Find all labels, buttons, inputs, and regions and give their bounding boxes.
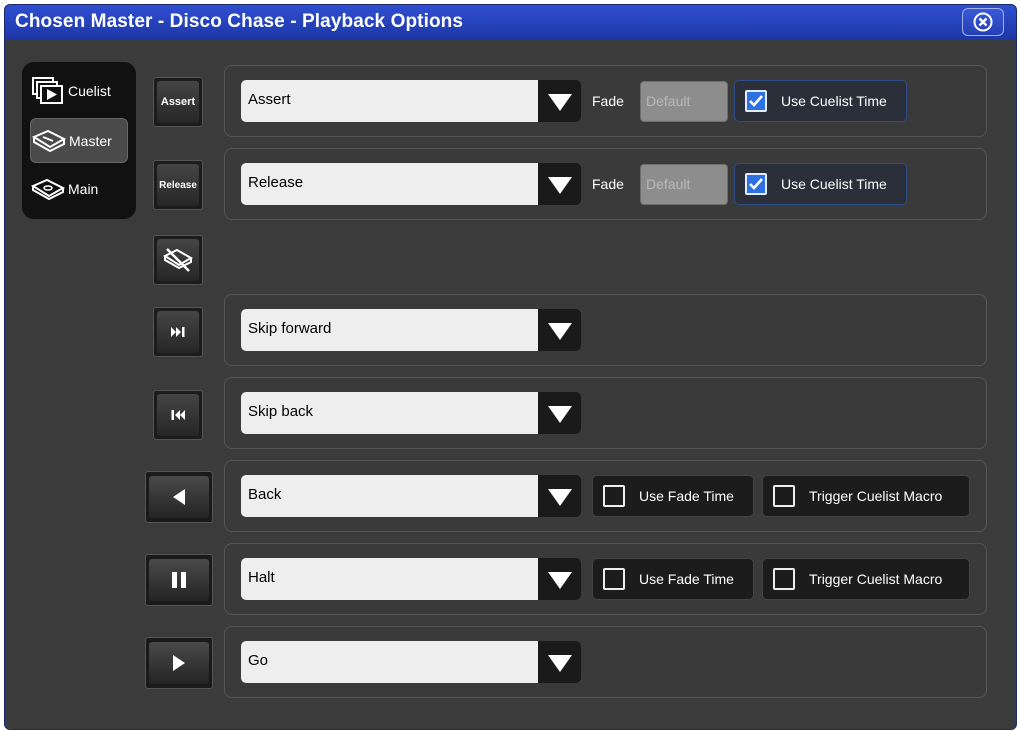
close-icon (973, 12, 993, 32)
checkbox-box (745, 173, 767, 195)
cuelist-icon (30, 76, 66, 105)
skip-back-button[interactable] (153, 390, 203, 440)
back-arrow-icon (173, 489, 185, 505)
checkbox-label: Trigger Cuelist Macro (809, 571, 943, 587)
pause-icon (172, 572, 186, 588)
fade-label: Fade (592, 176, 624, 192)
assert-button-label: Assert (157, 81, 199, 123)
dropdown-value: Release (241, 163, 538, 205)
checkbox-label: Use Cuelist Time (781, 93, 887, 109)
checkbox-label: Use Fade Time (639, 571, 734, 587)
main-icon (30, 177, 66, 201)
assert-button[interactable]: Assert (153, 77, 203, 127)
use-cuelist-time-checkbox[interactable]: Use Cuelist Time (734, 80, 907, 122)
use-cuelist-time-checkbox[interactable]: Use Cuelist Time (734, 163, 907, 205)
fade-label: Fade (592, 93, 624, 109)
back-option-row: Back Use Fade Time Trigger Cuelist Macro (224, 460, 987, 532)
sidebar-item-label: Main (68, 180, 99, 197)
checkmark-icon (749, 178, 763, 190)
view-selector: Cuelist Master Main (22, 62, 136, 219)
chevron-down-icon (548, 323, 572, 340)
skip-forward-icon (171, 327, 185, 337)
checkbox-box (603, 568, 625, 590)
skip-forward-option-row: Skip forward (224, 294, 987, 366)
sidebar-item-main[interactable]: Main (30, 166, 128, 211)
release-button[interactable]: Release (153, 160, 203, 210)
checkbox-label: Use Cuelist Time (781, 176, 887, 192)
checkbox-box (773, 568, 795, 590)
go-button[interactable] (145, 637, 213, 689)
window-title: Chosen Master - Disco Chase - Playback O… (15, 11, 464, 32)
title-bar: Chosen Master - Disco Chase - Playback O… (5, 5, 1016, 40)
skip-back-dropdown[interactable]: Skip back (241, 392, 581, 434)
use-fade-time-checkbox[interactable]: Use Fade Time (592, 558, 754, 600)
chevron-down-icon (548, 177, 572, 194)
sidebar-item-label: Master (69, 132, 112, 149)
release-button-label: Release (157, 164, 199, 206)
sidebar-item-master[interactable]: Master (30, 118, 128, 163)
skip-back-icon (171, 410, 185, 420)
fade-time-input[interactable]: Default (640, 81, 728, 122)
chevron-down-icon (548, 572, 572, 589)
trigger-cuelist-macro-checkbox[interactable]: Trigger Cuelist Macro (762, 558, 970, 600)
chevron-down-icon (548, 406, 572, 423)
release-dropdown[interactable]: Release (241, 163, 581, 205)
disable-master-button[interactable] (153, 235, 203, 285)
release-option-row: Release Fade Default Use Cuelist Time (224, 148, 987, 220)
dropdown-value: Skip forward (241, 309, 538, 351)
dropdown-value: Back (241, 475, 538, 517)
checkbox-label: Trigger Cuelist Macro (809, 488, 943, 504)
checkbox-box (745, 90, 767, 112)
checkbox-box (773, 485, 795, 507)
sidebar-item-label: Cuelist (68, 82, 111, 99)
fade-time-input[interactable]: Default (640, 164, 728, 205)
back-dropdown[interactable]: Back (241, 475, 581, 517)
go-option-row: Go (224, 626, 987, 698)
go-dropdown[interactable]: Go (241, 641, 581, 683)
halt-button[interactable] (145, 554, 213, 606)
sidebar-item-cuelist[interactable]: Cuelist (30, 68, 128, 113)
halt-dropdown[interactable]: Halt (241, 558, 581, 600)
play-icon (173, 655, 185, 671)
master-icon (31, 129, 67, 153)
assert-dropdown[interactable]: Assert (241, 80, 581, 122)
dropdown-value: Halt (241, 558, 538, 600)
skip-forward-button[interactable] (153, 307, 203, 357)
dropdown-value: Go (241, 641, 538, 683)
assert-option-row: Assert Fade Default Use Cuelist Time (224, 65, 987, 137)
skip-forward-dropdown[interactable]: Skip forward (241, 309, 581, 351)
checkbox-label: Use Fade Time (639, 488, 734, 504)
chevron-down-icon (548, 94, 572, 111)
halt-option-row: Halt Use Fade Time Trigger Cuelist Macro (224, 543, 987, 615)
playback-options-window: Chosen Master - Disco Chase - Playback O… (4, 4, 1017, 730)
disabled-master-icon (162, 248, 193, 272)
skip-back-option-row: Skip back (224, 377, 987, 449)
close-button[interactable] (962, 8, 1004, 36)
chevron-down-icon (548, 655, 572, 672)
checkbox-box (603, 485, 625, 507)
dropdown-value: Skip back (241, 392, 538, 434)
use-fade-time-checkbox[interactable]: Use Fade Time (592, 475, 754, 517)
window-body: Cuelist Master Main Assert Release Asser… (5, 39, 1016, 729)
chevron-down-icon (548, 489, 572, 506)
checkmark-icon (749, 95, 763, 107)
back-button[interactable] (145, 471, 213, 523)
trigger-cuelist-macro-checkbox[interactable]: Trigger Cuelist Macro (762, 475, 970, 517)
dropdown-value: Assert (241, 80, 538, 122)
